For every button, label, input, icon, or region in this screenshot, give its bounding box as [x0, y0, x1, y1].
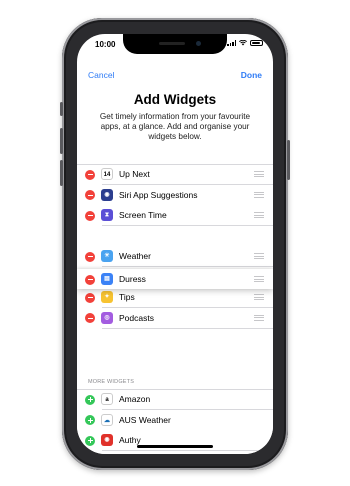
drop-gap	[77, 226, 273, 247]
notch	[123, 34, 227, 54]
remove-button[interactable]	[85, 210, 95, 221]
more-widget-row[interactable]: ☁ AUS Weather	[77, 409, 273, 430]
amazon-icon: a	[101, 393, 113, 405]
widget-label: Screen Time	[119, 210, 167, 220]
dragging-widget-row[interactable]: ▤ Duress	[77, 269, 273, 289]
more-widget-row[interactable]: ▮Batteries	[77, 450, 273, 454]
status-time: 10:00	[95, 40, 116, 49]
wifi-icon	[239, 40, 247, 46]
widget-label: Tips	[119, 292, 135, 302]
add-button[interactable]	[85, 435, 95, 446]
reorder-handle-icon[interactable]	[254, 294, 264, 300]
active-widget-row[interactable]: ☀ Weather	[77, 246, 273, 267]
cancel-button[interactable]: Cancel	[88, 70, 114, 80]
widget-label: Duress	[119, 274, 146, 284]
aus-weather-icon: ☁	[101, 413, 113, 426]
remove-button[interactable]	[85, 313, 95, 323]
battery-status-icon	[250, 40, 263, 46]
widget-label: Authy	[119, 435, 141, 445]
add-button[interactable]	[85, 394, 95, 405]
widget-label: Siri App Suggestions	[119, 189, 198, 200]
lightbulb-icon: ✦	[101, 291, 113, 303]
more-widget-row[interactable]: a Amazon	[77, 389, 273, 410]
active-widget-row[interactable]: ◎ Podcasts	[77, 307, 273, 328]
home-indicator	[137, 445, 213, 448]
reorder-handle-icon[interactable]	[254, 171, 264, 177]
remove-button[interactable]	[85, 251, 95, 262]
remove-button[interactable]	[85, 274, 95, 285]
widget-label: AUS Weather	[119, 414, 171, 425]
screen: 10:00 Cancel Done Add Widgets Get timely…	[77, 34, 273, 454]
podcasts-icon: ◎	[101, 311, 113, 324]
active-widget-row[interactable]: ◉ Siri App Suggestions	[77, 184, 273, 205]
remove-button[interactable]	[85, 292, 95, 303]
page-description: Get timely information from your favouri…	[99, 112, 251, 141]
widget-label: Up Next	[119, 169, 150, 179]
reorder-handle-icon[interactable]	[254, 253, 264, 259]
volume-up-button	[60, 128, 63, 154]
widget-label: Podcasts	[119, 312, 154, 323]
signal-icon	[227, 40, 236, 46]
remove-button[interactable]	[85, 169, 95, 180]
reorder-handle-icon[interactable]	[254, 314, 264, 321]
add-button[interactable]	[85, 415, 95, 425]
reorder-handle-icon[interactable]	[254, 191, 264, 198]
side-button	[287, 140, 290, 180]
active-widget-list: 14 Up Next ◉ Siri App Suggestions ⧗ Screen Ti…	[77, 164, 273, 328]
hourglass-icon: ⧗	[101, 209, 113, 221]
active-widget-row[interactable]: ⧗ Screen Time	[77, 205, 273, 226]
widget-label: Amazon	[119, 394, 151, 404]
duress-icon: ▤	[101, 273, 113, 285]
done-button[interactable]: Done	[241, 70, 262, 80]
calendar-icon: 14	[101, 168, 113, 180]
reorder-handle-icon[interactable]	[254, 276, 264, 282]
remove-button[interactable]	[85, 190, 95, 200]
reorder-handle-icon[interactable]	[254, 212, 264, 218]
page-title: Add Widgets	[133, 92, 217, 107]
volume-down-button	[60, 160, 63, 186]
active-widget-row[interactable]: ✦ Tips	[77, 287, 273, 308]
authy-icon: ◉	[101, 434, 113, 446]
more-widgets-header: MORE WIDGETS	[88, 379, 135, 385]
siri-icon: ◉	[101, 188, 113, 201]
active-widget-row[interactable]: 14 Up Next	[77, 164, 273, 185]
mute-switch	[60, 102, 63, 116]
widget-label: Weather	[119, 251, 151, 261]
weather-icon: ☀	[101, 250, 113, 262]
